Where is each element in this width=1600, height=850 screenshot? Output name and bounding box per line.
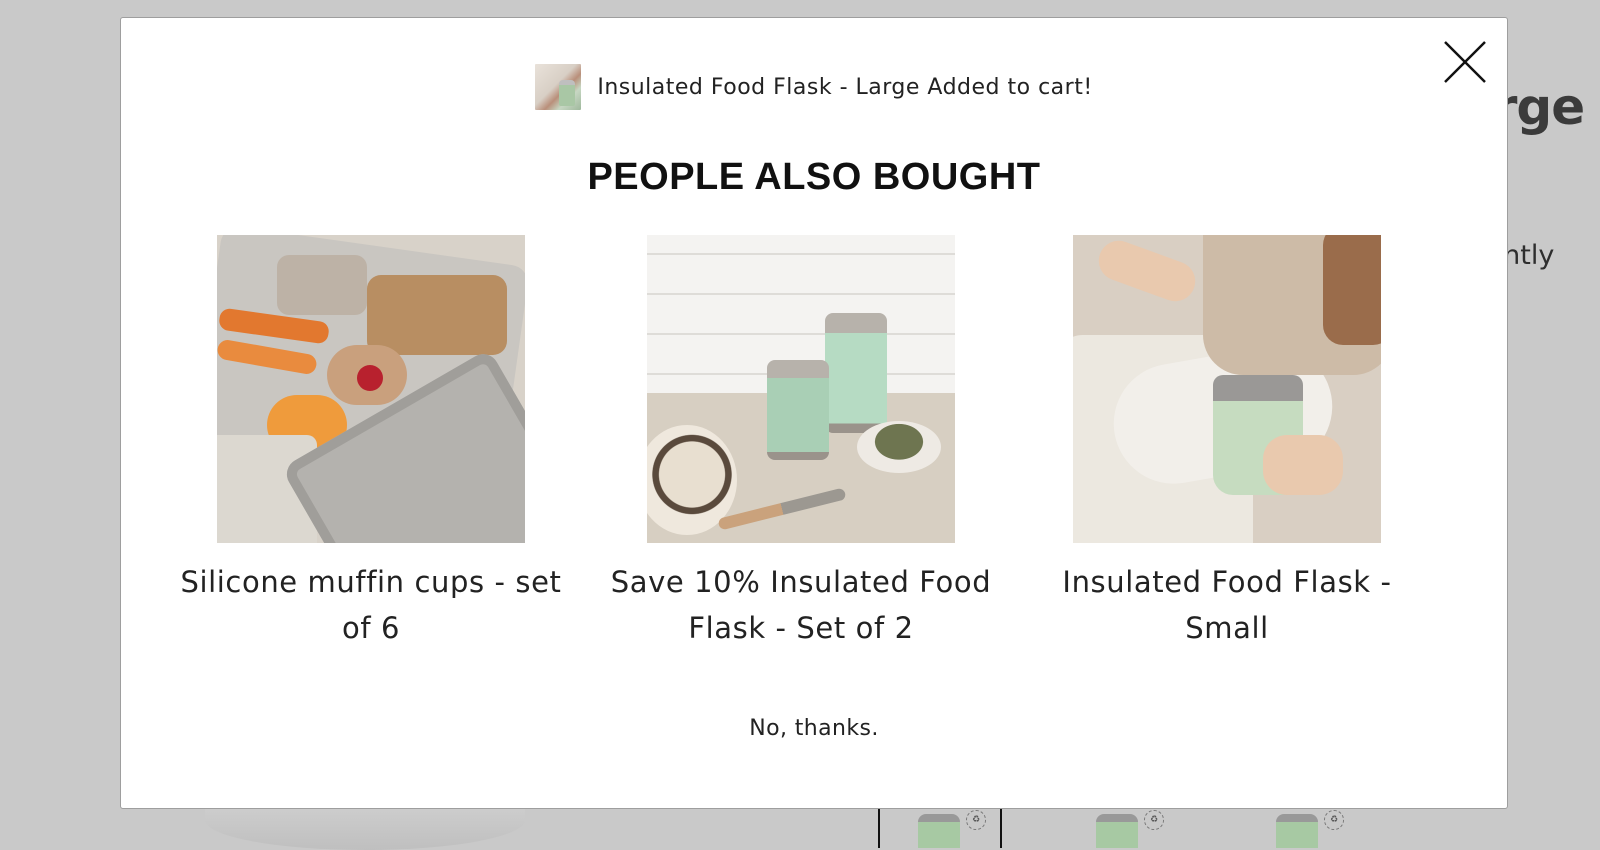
product-name[interactable]: Insulated Food Flask - Small — [1017, 559, 1437, 651]
product-card[interactable]: Silicone muffin cups - set of 6 — [161, 235, 581, 651]
recommended-products: Silicone muffin cups - set of 6 Save 10%… — [161, 235, 1467, 655]
product-card[interactable]: Insulated Food Flask - Small — [1017, 235, 1437, 651]
added-to-cart-notice: Insulated Food Flask - Large Added to ca… — [121, 64, 1507, 110]
product-name[interactable]: Save 10% Insulated Food Flask - Set of 2 — [591, 559, 1011, 651]
upsell-modal: Insulated Food Flask - Large Added to ca… — [120, 17, 1508, 809]
product-image[interactable] — [1073, 235, 1381, 543]
no-thanks-link[interactable]: No, thanks. — [121, 716, 1507, 741]
background-thumbnail: ♻ — [1058, 808, 1178, 848]
added-product-thumbnail — [535, 64, 582, 110]
background-thumbnail: ♻ — [1238, 808, 1358, 848]
background-thumbnail: ♻ — [878, 808, 1002, 848]
added-to-cart-message: Insulated Food Flask - Large Added to ca… — [597, 74, 1093, 100]
product-image[interactable] — [647, 235, 955, 543]
product-image[interactable] — [217, 235, 525, 543]
product-card[interactable]: Save 10% Insulated Food Flask - Set of 2 — [591, 235, 1011, 651]
people-also-bought-heading: PEOPLE ALSO BOUGHT — [587, 156, 1041, 198]
product-name[interactable]: Silicone muffin cups - set of 6 — [161, 559, 581, 651]
background-thumbnail-strip: ♻ ♻ ♻ — [878, 808, 1344, 848]
